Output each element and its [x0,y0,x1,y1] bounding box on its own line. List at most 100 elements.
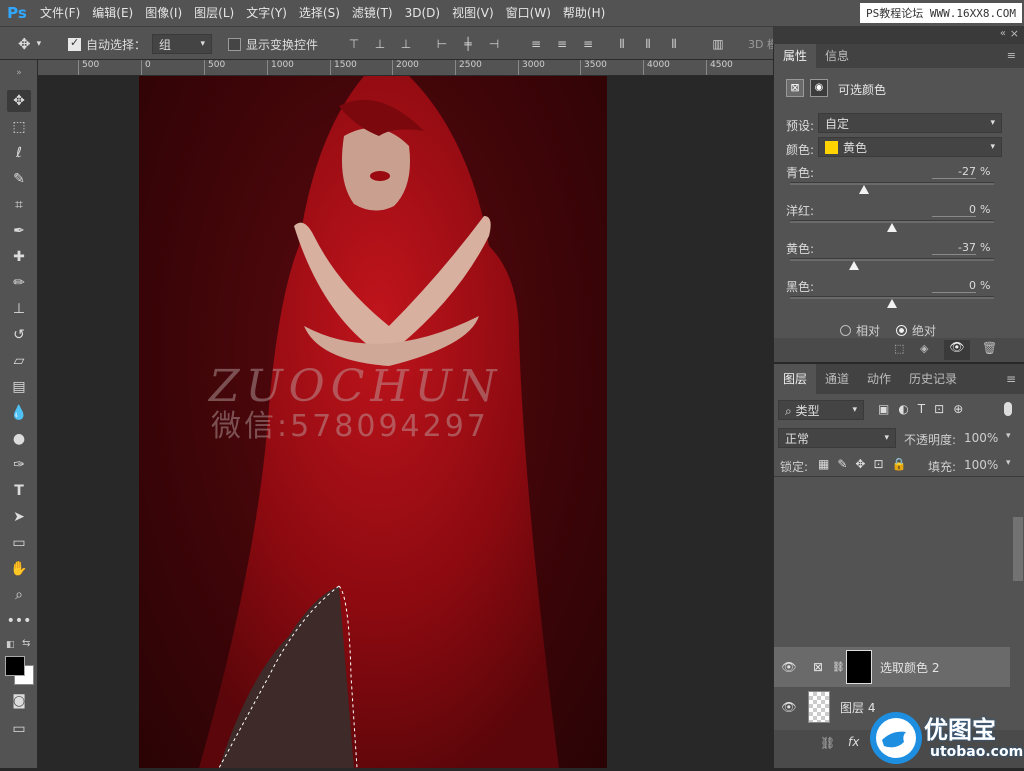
zoom-tool-icon[interactable]: ⌕ [7,584,31,606]
canvas-area[interactable]: ZUOCHUN 微信:578094297 [38,76,773,768]
path-select-tool-icon[interactable]: ➤ [7,506,31,528]
menu-select[interactable]: 选择(S) [293,0,346,26]
opacity-dropdown-icon[interactable]: ▾ [1006,431,1011,441]
lasso-tool-icon[interactable]: ℓ [7,142,31,164]
blend-mode-dropdown[interactable]: 正常 ▾ [778,428,896,448]
blur-tool-icon[interactable]: 💧 [7,402,31,424]
layer-name[interactable]: 选取颜色 2 [880,659,939,676]
layer-mask-icon[interactable]: ◉ [810,79,828,97]
panel-menu-icon[interactable]: ≡ [998,44,1024,68]
show-transform-check-icon[interactable] [228,37,241,51]
menu-filter[interactable]: 滤镜(T) [346,0,399,26]
magenta-slider-thumb[interactable] [887,223,897,232]
yellow-slider-thumb[interactable] [849,261,860,270]
crop-tool-icon[interactable]: ⌗ [7,194,31,216]
absolute-radio[interactable]: 绝对 [896,322,936,339]
pen-tool-icon[interactable]: ✑ [7,454,31,476]
menu-file[interactable]: 文件(F) [34,0,86,26]
relative-radio[interactable]: 相对 [840,322,880,339]
layers-scrollbar[interactable] [1013,517,1023,581]
colors-dropdown[interactable]: 黄色 ▾ [818,137,1002,157]
cyan-value[interactable]: -27 [932,165,976,179]
relative-radio-icon[interactable] [840,325,851,336]
menu-3d[interactable]: 3D(D) [399,0,446,26]
menu-image[interactable]: 图像(I) [139,0,188,26]
layer-style-icon[interactable]: fx [848,735,859,749]
collapse-panels-icon[interactable]: « [1000,28,1006,39]
yellow-value[interactable]: -37 [932,241,976,255]
align-vcenter-icon[interactable]: ⊥ [372,36,388,52]
menu-layer[interactable]: 图层(L) [188,0,240,26]
fill-value[interactable]: 100% [964,458,998,472]
filter-toggle-icon[interactable] [1004,402,1012,416]
quick-select-tool-icon[interactable]: ✎ [7,168,31,190]
layer-visibility-icon[interactable]: 👁 [774,660,804,674]
black-value[interactable]: 0 [932,279,976,293]
delete-adjustment-icon[interactable]: 🗑 [982,341,997,355]
rectangle-tool-icon[interactable]: ▭ [7,532,31,554]
layer-filter-dropdown[interactable]: ⌕ 类型 ▾ [778,400,864,420]
auto-select-dropdown[interactable]: 组 ▾ [152,27,212,61]
layers-menu-icon[interactable]: ≡ [997,364,1024,394]
menu-view[interactable]: 视图(V) [446,0,500,26]
type-tool-icon[interactable]: T [7,480,31,502]
preset-dropdown[interactable]: 自定 ▾ [818,113,1002,133]
visibility-toggle-icon[interactable]: 👁 [944,340,970,360]
layer-filter-icons[interactable]: ▣◐T⊡⊕ [878,402,972,416]
dodge-tool-icon[interactable]: ● [7,428,31,450]
quick-mask-icon[interactable]: ◙ [7,690,31,712]
layer-visibility-icon[interactable]: 👁 [774,700,804,714]
toolbox-collapse-icon[interactable]: » [7,62,31,84]
absolute-radio-icon[interactable] [896,325,907,336]
distribute-right-icon[interactable]: ⫴ [666,36,682,52]
layer-mask-thumbnail[interactable] [846,650,872,684]
swap-colors-icon[interactable]: ⇆ [22,638,30,649]
distribute-left-icon[interactable]: ⫴ [614,36,630,52]
tab-info[interactable]: 信息 [816,44,858,68]
align-right-icon[interactable]: ⊣ [486,36,502,52]
align-bottom-icon[interactable]: ⊥ [398,36,414,52]
menu-edit[interactable]: 编辑(E) [86,0,139,26]
menu-window[interactable]: 窗口(W) [500,0,557,26]
auto-select-check-icon[interactable] [68,36,81,51]
foreground-color-swatch[interactable] [5,656,25,676]
cyan-slider-track[interactable] [790,182,994,185]
gradient-tool-icon[interactable]: ▤ [7,376,31,398]
layer-thumbnail[interactable] [808,691,830,723]
auto-align-icon[interactable]: ▥ [710,36,726,52]
healing-brush-tool-icon[interactable]: ✚ [7,246,31,268]
menu-help[interactable]: 帮助(H) [557,0,611,26]
align-left-icon[interactable]: ⊢ [434,36,450,52]
mask-link-icon[interactable]: ⛓ [832,662,845,673]
brush-tool-icon[interactable]: ✏ [7,272,31,294]
tab-actions[interactable]: 动作 [858,364,900,394]
move-tool-icon[interactable]: ✥ [7,90,31,112]
distribute-vcenter-icon[interactable]: ≡ [554,36,570,52]
auto-select-checkbox[interactable]: 自动选择： [68,27,146,61]
view-previous-icon[interactable]: ◈ [920,342,928,355]
align-hcenter-icon[interactable]: ╪ [460,36,476,52]
move-tool-preset-icon[interactable]: ✥ ▾ [18,27,41,61]
opacity-value[interactable]: 100% [964,431,998,445]
screen-mode-icon[interactable]: ▭ [7,718,31,740]
marquee-tool-icon[interactable]: ⬚ [7,116,31,138]
link-layers-icon[interactable]: ⛓ [820,736,835,750]
default-colors-icon[interactable]: ◧ [6,640,15,650]
distribute-hcenter-icon[interactable]: ⫴ [640,36,656,52]
distribute-bottom-icon[interactable]: ≡ [580,36,596,52]
align-top-icon[interactable]: ⊤ [346,36,362,52]
menu-type[interactable]: 文字(Y) [240,0,293,26]
eraser-tool-icon[interactable]: ▱ [7,350,31,372]
distribute-top-icon[interactable]: ≡ [528,36,544,52]
close-panels-icon[interactable]: × [1010,27,1019,40]
show-transform-checkbox[interactable]: 显示变换控件 [228,27,318,61]
tab-properties[interactable]: 属性 [774,44,817,68]
yellow-slider-track[interactable] [790,258,994,261]
adjustment-layer-icon[interactable]: ⊠ [786,79,804,97]
document-image[interactable]: ZUOCHUN 微信:578094297 [139,76,607,768]
fill-dropdown-icon[interactable]: ▾ [1006,458,1011,468]
stamp-tool-icon[interactable]: ⊥ [7,298,31,320]
more-tools-icon[interactable]: ••• [7,610,32,632]
clip-to-layer-icon[interactable]: ⬚ [894,342,904,355]
cyan-slider-thumb[interactable] [859,185,870,194]
